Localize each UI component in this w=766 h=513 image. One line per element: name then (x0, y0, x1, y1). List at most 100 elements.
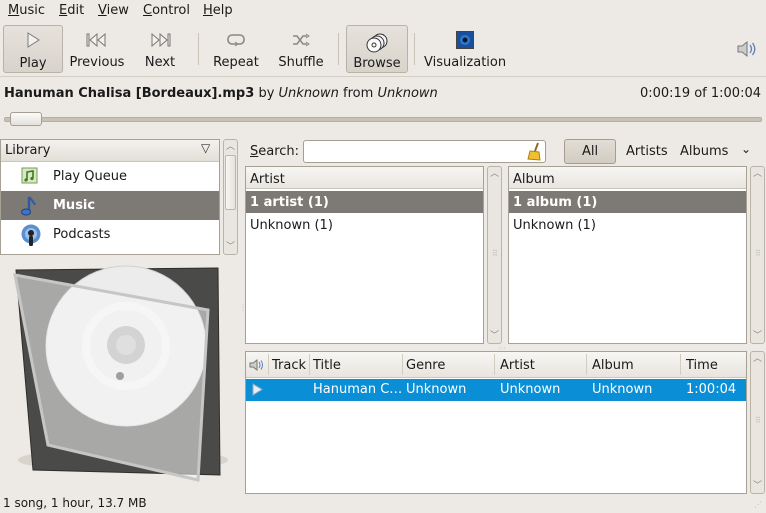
column-track[interactable]: Track (272, 358, 306, 373)
cell-time: 1:00:04 (686, 382, 737, 397)
skip-forward-icon (138, 31, 182, 53)
artist-scrollbar[interactable]: ︿ ⠿ ﹀ (487, 166, 502, 344)
speaker-icon (737, 40, 756, 58)
table-row[interactable]: Hanuman C… Unknown Unknown Unknown 1:00:… (246, 379, 746, 401)
menubar: Music Edit View Control Help (0, 0, 766, 23)
scroll-down-icon[interactable]: ﹀ (751, 329, 764, 343)
track-list: Track Title Genre Artist Album Time Hanu… (245, 351, 747, 494)
cell-title: Hanuman C… (313, 382, 403, 397)
toolbar-separator (338, 33, 339, 65)
chevron-down-icon[interactable]: ▽ (201, 141, 210, 155)
shuffle-icon (274, 31, 328, 53)
list-item[interactable]: Unknown (1) (509, 214, 746, 236)
filter-albums-button[interactable]: Albums (680, 144, 728, 159)
previous-button[interactable]: Previous (68, 25, 126, 73)
scroll-up-icon[interactable]: ︿ (751, 352, 764, 366)
column-title[interactable]: Title (313, 358, 341, 373)
column-time[interactable]: Time (686, 358, 718, 373)
status-bar: 1 song, 1 hour, 13.7 MB (3, 496, 147, 510)
column-separator (494, 354, 495, 375)
scrollbar-thumb[interactable] (225, 155, 236, 210)
grip-icon: ⠿ (492, 249, 498, 258)
by-label: by (258, 86, 275, 101)
column-separator (268, 354, 269, 375)
list-item[interactable]: Unknown (1) (246, 214, 483, 236)
browse-button[interactable]: Browse (346, 25, 408, 73)
volume-button[interactable] (736, 39, 758, 59)
clear-search-icon[interactable] (526, 142, 544, 165)
search-input[interactable] (303, 140, 546, 163)
shuffle-button[interactable]: Shuffle (274, 25, 328, 73)
playing-column-speaker-icon[interactable] (249, 357, 265, 377)
menu-help[interactable]: Help (203, 3, 233, 18)
skip-back-icon (68, 31, 126, 53)
column-artist[interactable]: Artist (500, 358, 535, 373)
column-separator (309, 354, 310, 375)
from-label: from (343, 86, 374, 101)
source-podcasts[interactable]: Podcasts (1, 220, 219, 249)
toolbar: Play Previous Next Repeat Shuffle Browse… (0, 23, 766, 77)
column-separator (402, 354, 403, 375)
column-separator (586, 354, 587, 375)
track-list-scrollbar[interactable]: ︿ ⠿ ﹀ (750, 351, 765, 494)
discs-icon (347, 32, 407, 54)
play-icon (4, 32, 62, 54)
list-item[interactable]: 1 artist (1) (246, 191, 483, 213)
visualization-button[interactable]: Visualization (424, 25, 506, 73)
list-item[interactable]: 1 album (1) (509, 191, 746, 213)
filter-artists-button[interactable]: Artists (626, 144, 668, 159)
cell-genre: Unknown (406, 382, 467, 397)
grip-icon: ⠿ (755, 416, 761, 425)
pane-resize-handle[interactable]: ⋮ (239, 304, 247, 323)
scroll-down-icon[interactable]: ﹀ (224, 240, 237, 254)
play-queue-icon (20, 166, 40, 186)
source-list: Library ▽ Play Queue Music Podcasts (0, 139, 220, 255)
scroll-up-icon[interactable]: ︿ (751, 167, 764, 181)
album-browser: Album 1 album (1) Unknown (1) (508, 166, 747, 344)
source-list-scrollbar[interactable]: ︿ ﹀ (223, 139, 238, 255)
album-scrollbar[interactable]: ︿ ⠿ ﹀ (750, 166, 765, 344)
scroll-down-icon[interactable]: ﹀ (488, 329, 501, 343)
seek-track[interactable] (4, 117, 762, 122)
column-separator (680, 354, 681, 375)
artist-column-header[interactable]: Artist (246, 167, 483, 189)
search-label: Search: (250, 144, 300, 159)
now-playing-album: Unknown (377, 86, 438, 101)
seek-thumb[interactable] (9, 112, 42, 126)
scroll-down-icon[interactable]: ﹀ (751, 479, 764, 493)
now-playing-icon (251, 383, 263, 400)
album-column-header[interactable]: Album (509, 167, 746, 189)
now-playing-info: Hanuman Chalisa [Bordeaux].mp3 by Unknow… (4, 86, 438, 101)
grip-icon: ⠿ (755, 249, 761, 258)
now-playing-title: Hanuman Chalisa [Bordeaux].mp3 (4, 86, 255, 101)
scroll-up-icon[interactable]: ︿ (224, 140, 237, 154)
menu-view[interactable]: View (98, 3, 129, 18)
source-play-queue[interactable]: Play Queue (1, 162, 219, 191)
column-album[interactable]: Album (592, 358, 634, 373)
toolbar-separator (198, 33, 199, 65)
repeat-button[interactable]: Repeat (208, 25, 264, 73)
cell-album: Unknown (592, 382, 653, 397)
seek-slider[interactable] (4, 112, 762, 126)
menu-edit[interactable]: Edit (59, 3, 84, 18)
now-playing-artist: Unknown (278, 86, 339, 101)
menu-music[interactable]: Music (8, 3, 45, 18)
source-music[interactable]: Music (1, 191, 219, 220)
column-genre[interactable]: Genre (406, 358, 445, 373)
music-note-icon (20, 195, 40, 216)
visualization-icon (424, 31, 506, 53)
cell-artist: Unknown (500, 382, 561, 397)
track-list-header: Track Title Genre Artist Album Time (246, 352, 746, 378)
album-cover-placeholder (8, 260, 238, 482)
library-header-label: Library (5, 143, 51, 158)
next-button[interactable]: Next (138, 25, 182, 73)
filter-more-chevron-icon[interactable]: ⌄ (741, 142, 751, 156)
source-list-header[interactable]: Library ▽ (1, 140, 219, 162)
play-button[interactable]: Play (3, 25, 63, 73)
artist-browser: Artist 1 artist (1) Unknown (1) (245, 166, 484, 344)
scroll-up-icon[interactable]: ︿ (488, 167, 501, 181)
filter-all-button[interactable]: All (564, 139, 616, 164)
toolbar-separator (414, 33, 415, 65)
menu-control[interactable]: Control (143, 3, 190, 18)
resize-grip-icon[interactable]: ⋰ (754, 500, 762, 509)
